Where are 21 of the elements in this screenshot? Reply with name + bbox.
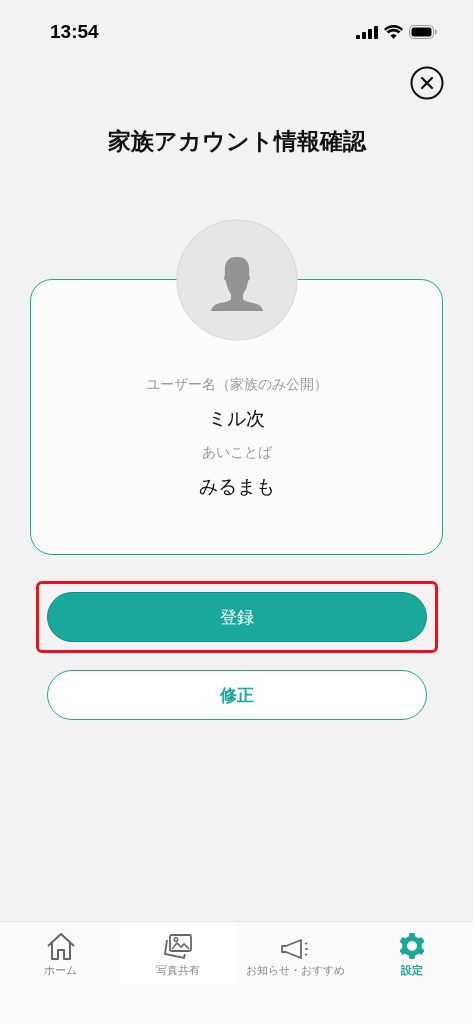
battery-icon — [409, 25, 437, 39]
avatar-icon — [176, 219, 298, 341]
gear-icon — [398, 932, 427, 960]
field-label: あいことば — [201, 444, 272, 462]
wifi-icon — [384, 25, 403, 39]
signal-icon — [356, 25, 378, 39]
photos-icon — [163, 934, 192, 960]
tab-item[interactable]: お知らせ・おすすめ — [236, 922, 354, 984]
field-label: ユーザー名（家族のみ公開） — [145, 376, 328, 394]
register-button[interactable]: 登録 — [46, 592, 427, 642]
tab-item[interactable]: 写真共有 — [119, 922, 237, 984]
page-title: 家族アカウント情報確認 — [106, 127, 368, 156]
status-time: 13:54 — [50, 21, 99, 43]
field-value: ミル次 — [208, 406, 265, 431]
tab-item[interactable]: 設定 — [353, 922, 471, 984]
field-value: みるまも — [198, 474, 275, 499]
tab-item[interactable]: ホーム — [2, 922, 120, 984]
home-icon — [45, 932, 76, 960]
edit-button[interactable]: 修正 — [46, 670, 427, 720]
close-button[interactable] — [410, 66, 444, 100]
megaphone-icon — [281, 938, 310, 960]
